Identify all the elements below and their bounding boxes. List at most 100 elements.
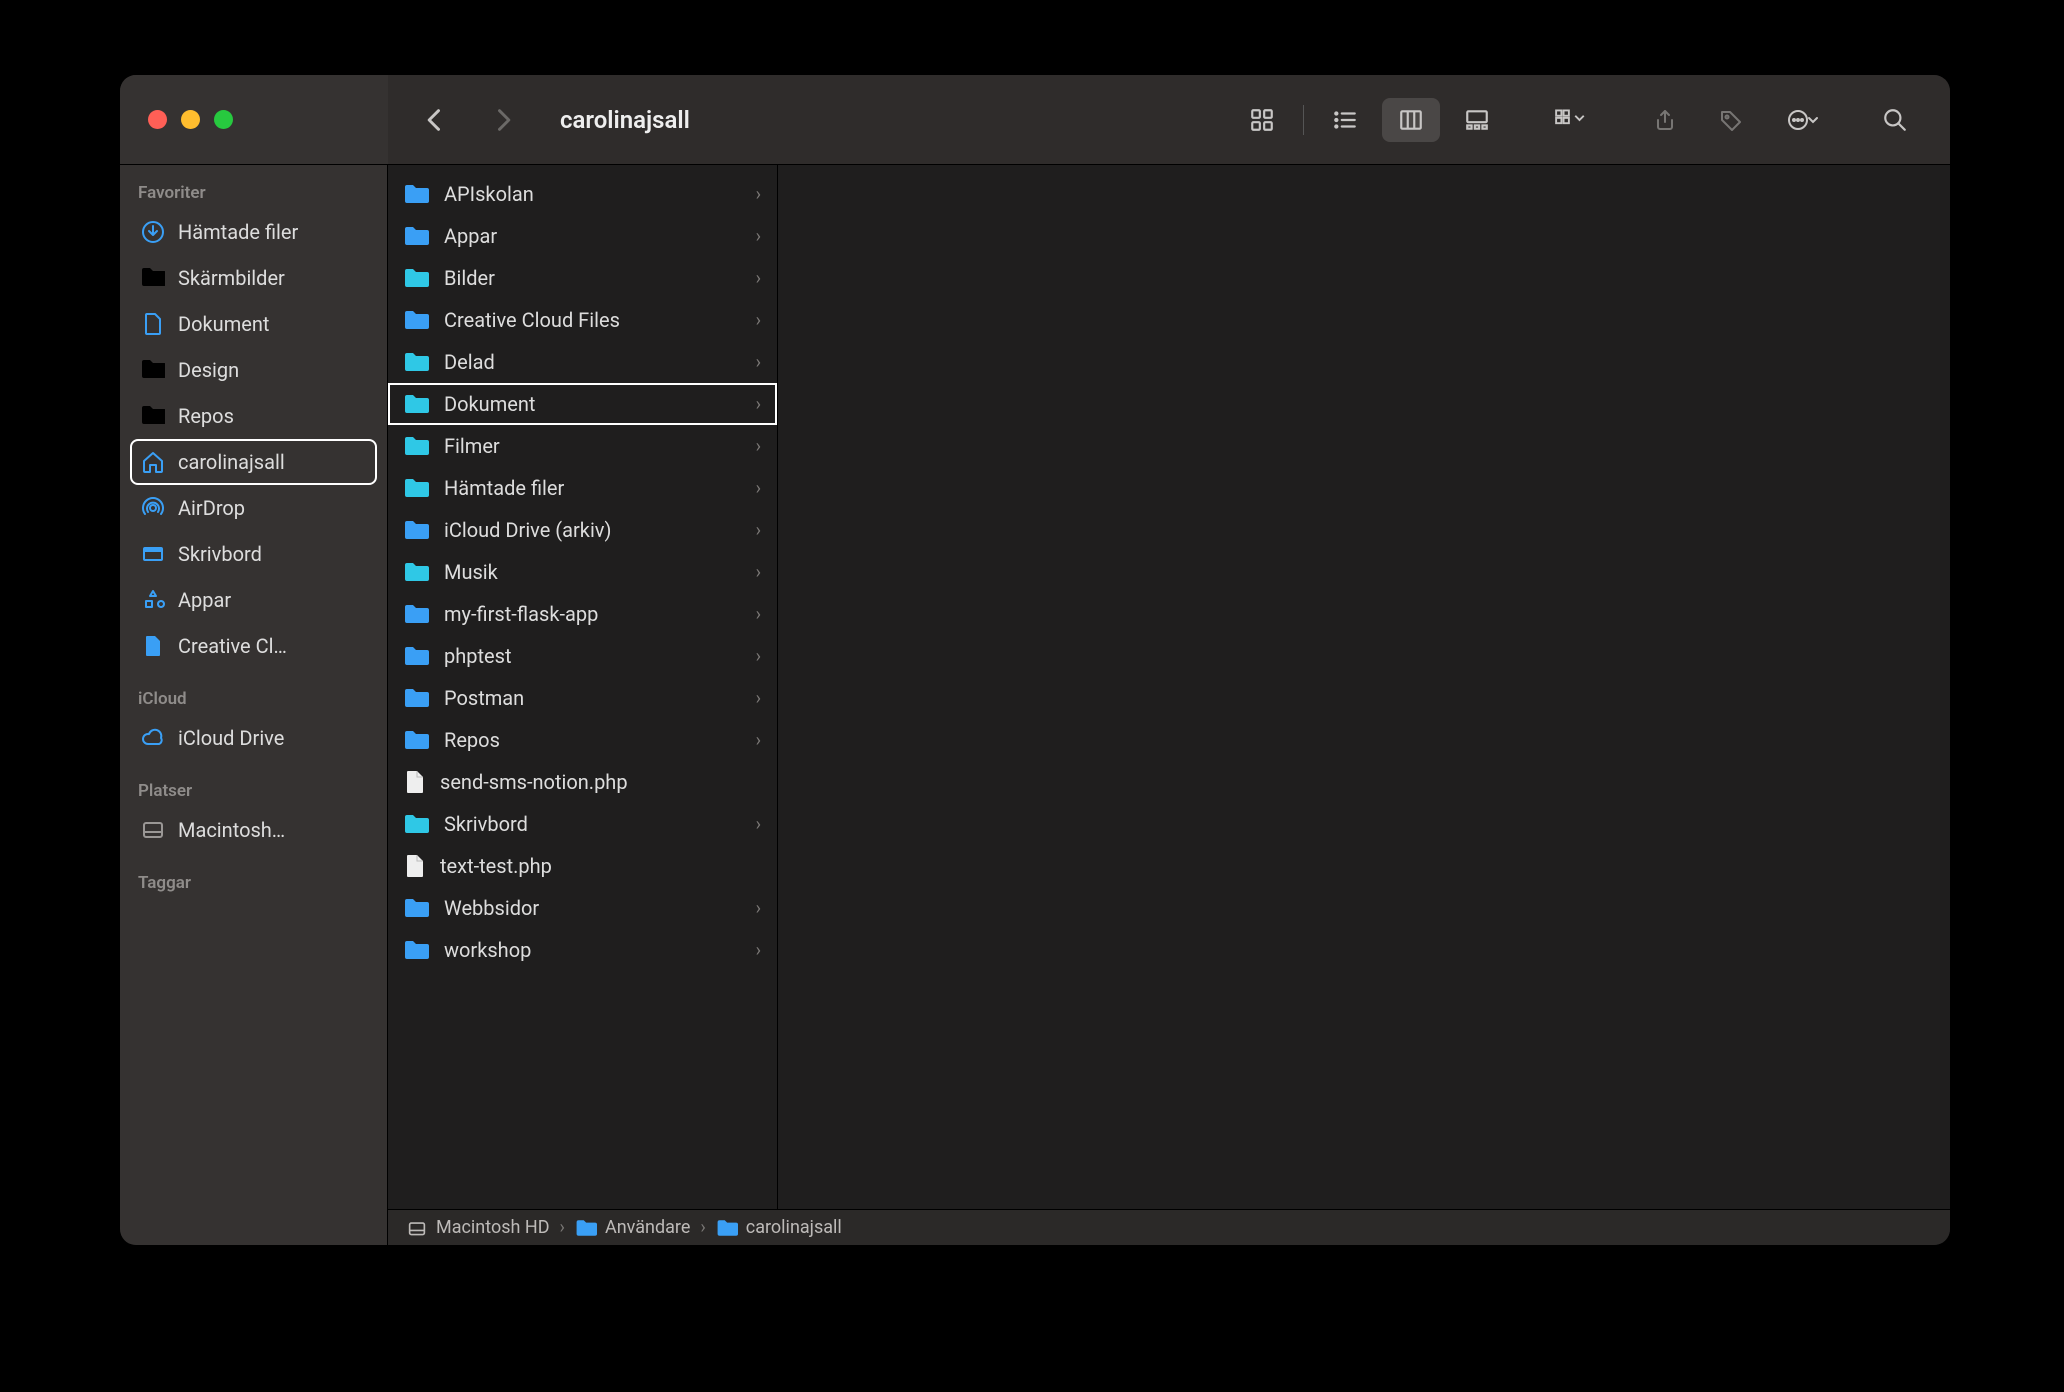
item-label: text-test.php <box>440 854 761 878</box>
sidebar-item-appar[interactable]: Appar <box>130 577 377 623</box>
forward-button[interactable] <box>474 98 532 142</box>
sidebar-item-carolinajsall[interactable]: carolinajsall <box>130 439 377 485</box>
column-browser: APIskolan›Appar›Bilder›Creative Cloud Fi… <box>388 165 1950 1245</box>
maximize-window-button[interactable] <box>214 110 233 129</box>
sidebar-item-creative-cl-[interactable]: Creative Cl… <box>130 623 377 669</box>
item-label: Filmer <box>444 434 742 458</box>
minimize-window-button[interactable] <box>181 110 200 129</box>
sidebar-section-title: Favoriter <box>130 177 377 209</box>
sidebar-item-label: Repos <box>178 404 234 428</box>
folder-icon <box>404 183 430 205</box>
list-item[interactable]: Repos› <box>388 719 777 761</box>
item-label: iCloud Drive (arkiv) <box>444 518 742 542</box>
view-gallery-button[interactable] <box>1448 98 1506 142</box>
sidebar-item-macintosh-[interactable]: Macintosh… <box>130 807 377 853</box>
list-item[interactable]: Bilder› <box>388 257 777 299</box>
list-item[interactable]: my-first-flask-app› <box>388 593 777 635</box>
chevron-right-icon: › <box>756 478 761 499</box>
sidebar-item-h-mtade-filer[interactable]: Hämtade filer <box>130 209 377 255</box>
group-icon <box>1554 107 1588 133</box>
list-item[interactable]: phptest› <box>388 635 777 677</box>
list-item[interactable]: Musik› <box>388 551 777 593</box>
sidebar-item-icloud-drive[interactable]: iCloud Drive <box>130 715 377 761</box>
list-item[interactable]: text-test.php <box>388 845 777 887</box>
back-button[interactable] <box>406 98 464 142</box>
sidebar-item-label: carolinajsall <box>178 450 285 474</box>
sidebar-item-skrivbord[interactable]: Skrivbord <box>130 531 377 577</box>
columns-icon <box>1398 107 1424 133</box>
sidebar-item-repos[interactable]: Repos <box>130 393 377 439</box>
chevron-right-icon <box>489 106 517 134</box>
list-item[interactable]: iCloud Drive (arkiv) › <box>388 509 777 551</box>
list-item[interactable]: APIskolan › <box>388 173 777 215</box>
group-by-button[interactable] <box>1534 98 1608 142</box>
item-label: Appar <box>444 224 742 248</box>
item-label: Delad <box>444 350 742 374</box>
chevron-right-icon: › <box>756 184 761 205</box>
list-item[interactable]: Hämtade filer › <box>388 467 777 509</box>
item-label: APIskolan <box>444 182 742 206</box>
item-label: Skrivbord <box>444 812 742 836</box>
item-label: Postman <box>444 686 742 710</box>
list-item[interactable]: Creative Cloud Files› <box>388 299 777 341</box>
close-window-button[interactable] <box>148 110 167 129</box>
column-empty <box>778 165 1950 1245</box>
chevron-right-icon: › <box>756 898 761 919</box>
sidebar-item-design[interactable]: Design <box>130 347 377 393</box>
file-icon <box>404 853 426 879</box>
folder-icon <box>404 309 430 331</box>
share-button[interactable] <box>1636 98 1694 142</box>
search-icon <box>1882 107 1908 133</box>
window-title: carolinajsall <box>542 106 690 134</box>
sidebar-section-title: Platser <box>130 775 377 807</box>
chevron-right-icon: › <box>756 604 761 625</box>
breadcrumb[interactable]: Användare <box>575 1217 690 1238</box>
share-icon <box>1653 108 1677 132</box>
action-menu-button[interactable] <box>1768 98 1838 142</box>
breadcrumb-separator: › <box>560 1217 565 1238</box>
list-item[interactable]: send-sms-notion.php <box>388 761 777 803</box>
chevron-right-icon: › <box>756 520 761 541</box>
sidebar-item-label: Skrivbord <box>178 542 262 566</box>
folder-icon <box>404 351 430 373</box>
item-label: Hämtade filer <box>444 476 742 500</box>
folder-icon <box>404 645 430 667</box>
view-mode-group <box>1219 98 1520 142</box>
breadcrumb[interactable]: carolinajsall <box>716 1217 842 1238</box>
chevron-right-icon: › <box>756 646 761 667</box>
grid-icon <box>1249 107 1275 133</box>
view-icons-button[interactable] <box>1233 98 1291 142</box>
chevron-right-icon: › <box>756 352 761 373</box>
folder-icon <box>404 687 430 709</box>
item-label: Creative Cloud Files <box>444 308 742 332</box>
column-0: APIskolan›Appar›Bilder›Creative Cloud Fi… <box>388 165 778 1245</box>
folder-icon <box>404 939 430 961</box>
list-item[interactable]: Postman› <box>388 677 777 719</box>
sidebar-section-title: Taggar <box>130 867 377 899</box>
list-item[interactable]: Delad › <box>388 341 777 383</box>
sidebar-item-label: Appar <box>178 588 231 612</box>
view-columns-button[interactable] <box>1382 98 1440 142</box>
sidebar-item-label: Macintosh… <box>178 818 285 842</box>
list-item[interactable]: Dokument› <box>388 383 777 425</box>
list-icon <box>1332 107 1358 133</box>
list-item[interactable]: workshop› <box>388 929 777 971</box>
tags-button[interactable] <box>1702 98 1760 142</box>
breadcrumb[interactable]: Macintosh HD <box>406 1217 550 1238</box>
list-item[interactable]: Filmer› <box>388 425 777 467</box>
view-list-button[interactable] <box>1316 98 1374 142</box>
list-item[interactable]: Appar› <box>388 215 777 257</box>
list-item[interactable]: Skrivbord› <box>388 803 777 845</box>
folder-icon <box>404 561 430 583</box>
chevron-right-icon: › <box>756 562 761 583</box>
sidebar-item-sk-rmbilder[interactable]: Skärmbilder <box>130 255 377 301</box>
sidebar-item-airdrop[interactable]: AirDrop <box>130 485 377 531</box>
path-bar: Macintosh HD›Användare›carolinajsall <box>388 1209 1950 1245</box>
search-button[interactable] <box>1866 98 1924 142</box>
chevron-right-icon: › <box>756 730 761 751</box>
nav-arrows <box>388 98 542 142</box>
sidebar: FavoriterHämtade filerSkärmbilderDokumen… <box>120 165 388 1245</box>
sidebar-item-dokument[interactable]: Dokument <box>130 301 377 347</box>
list-item[interactable]: Webbsidor› <box>388 887 777 929</box>
folder-icon <box>404 225 430 247</box>
